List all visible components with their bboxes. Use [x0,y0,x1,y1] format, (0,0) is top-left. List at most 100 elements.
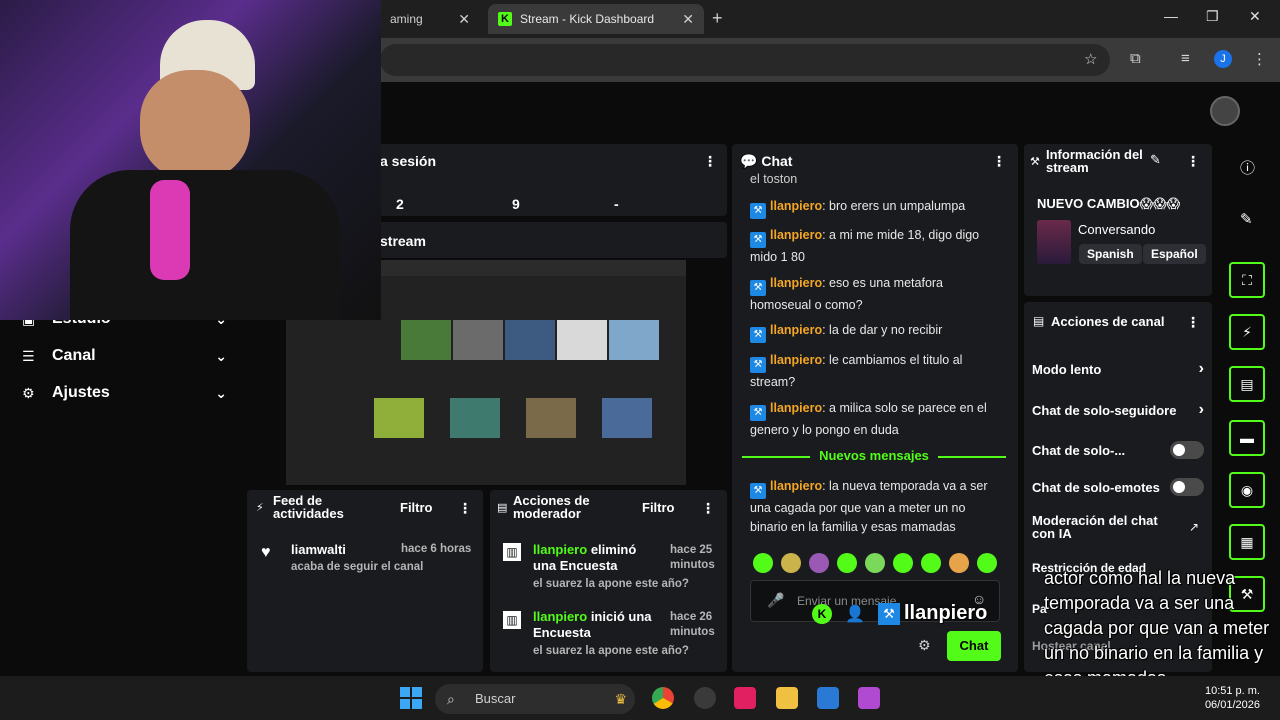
chat-username[interactable]: llanpiero [770,401,822,415]
capture-icon: ⛶ [1242,271,1252,288]
tab-gaming[interactable]: aming ✕ [380,4,480,34]
mod-username[interactable]: llanpiero [533,609,587,624]
chat-settings-gear-icon[interactable]: ⚙ [918,637,931,654]
new-tab-icon[interactable]: + [712,8,723,29]
emote-icon[interactable] [977,553,997,573]
send-chat-button[interactable]: Chat [947,631,1001,661]
emote-icon[interactable] [865,553,885,573]
moderator-badge-icon: ⚒ [878,603,900,625]
app-taskbar-icon[interactable] [694,687,716,709]
emote-icon[interactable] [781,553,801,573]
bookmark-star-icon[interactable]: ☆ [1084,50,1097,68]
emote-icon[interactable] [893,553,913,573]
stream-category[interactable]: Conversando [1078,222,1155,237]
stream-tag[interactable]: Spanish [1079,244,1142,264]
mod-action-time: hace 26 minutos [670,610,715,640]
overlay-subtitle: actor como hal la nueva temporada va a s… [1044,568,1270,688]
more-options-icon[interactable]: ⋮ [458,500,472,517]
notes-button[interactable]: ▤ [1229,366,1265,402]
sidebar-item-canal[interactable]: ☰ Canal ⌄ [22,347,227,365]
chat-username[interactable]: llanpiero [770,276,822,290]
tiktok-taskbar-icon[interactable] [734,687,756,709]
layout-button[interactable]: ▦ [1229,524,1265,560]
browser-menu-icon[interactable]: ⋮ [1252,50,1267,68]
chat-username[interactable]: llanpiero [770,479,822,493]
chrome-taskbar-icon[interactable] [652,687,674,709]
ai-moderation-row[interactable]: Moderación del chat con IA [1032,514,1172,540]
address-bar[interactable] [380,44,1110,76]
subs-only-toggle[interactable] [1170,441,1204,459]
moderator-badge-icon: ⚒ [750,483,766,499]
chevron-right-icon: › [1198,401,1204,418]
more-options-icon[interactable]: ⋮ [701,500,715,517]
emote-icon[interactable] [809,553,829,573]
close-tab-icon[interactable]: ✕ [682,11,694,28]
broadcast-button[interactable]: ◉ [1229,472,1265,508]
emote-icon[interactable] [921,553,941,573]
stream-tag[interactable]: Español [1143,244,1206,264]
mod-actions-icon: ▤ [497,502,508,514]
taskbar-search[interactable]: ⌕ Buscar ♛ [435,684,635,714]
time-line: minutos [670,559,715,571]
windows-start-icon[interactable] [400,687,422,709]
user-avatar[interactable] [1210,96,1240,126]
chat-text: bro erers un umpalumpa [829,199,966,213]
mod-actions-title: Acciones de moderador [513,493,590,521]
activity-feed-title: Feed de actividades [273,493,344,521]
media-control-icon[interactable]: ≡ [1181,50,1190,67]
emote-icon[interactable] [753,553,773,573]
preview-thumbnail [557,320,607,360]
clock-time: 10:51 p. m. [1204,685,1260,697]
emote-icon[interactable] [949,553,969,573]
quick-action-button[interactable]: ⚡ [1229,314,1265,350]
extensions-icon[interactable]: ⧉ [1130,50,1141,67]
mod-username[interactable]: llanpiero [533,542,587,557]
close-tab-icon[interactable]: ✕ [458,11,470,28]
activity-filter-button[interactable]: Filtro [400,500,433,515]
channel-actions-icon: ▤ [1033,314,1045,328]
info-icon[interactable]: ⓘ [1240,157,1255,178]
chat-rail-button[interactable]: ▬ [1229,420,1265,456]
time-line: hace 25 [670,544,713,556]
minimize-icon[interactable]: — [1164,8,1178,24]
file-explorer-taskbar-icon[interactable] [776,687,798,709]
lightning-icon: ⚡ [256,502,264,514]
mod-filter-button[interactable]: Filtro [642,500,675,515]
maximize-icon[interactable]: ❐ [1206,8,1219,25]
chat-message: ⚒ llanpiero: le cambiamos el titulo al st… [750,353,963,389]
slow-mode-row[interactable]: Modo lento › [1032,360,1204,377]
chat-username[interactable]: llanpiero [770,323,822,337]
profile-avatar[interactable]: J [1214,50,1232,68]
more-options-icon[interactable]: ⋮ [1186,314,1200,331]
more-options-icon[interactable]: ⋮ [1186,153,1200,170]
more-options-icon[interactable]: ⋮ [992,153,1006,170]
chat-username[interactable]: llanpiero [770,228,822,242]
edit-pencil-icon[interactable]: ✎ [1240,210,1253,228]
sidebar-item-ajustes[interactable]: ⚙ Ajustes ⌄ [22,384,227,402]
wrench-icon: ⚒ [1030,156,1040,168]
taskbar-clock[interactable]: 10:51 p. m. 06/01/2026 [1196,684,1260,712]
new-messages-divider[interactable]: Nuevos mensajes [742,448,1006,466]
overlay-username: llanpiero [904,602,988,624]
more-options-icon[interactable]: ⋮ [703,153,717,170]
emotes-only-toggle[interactable] [1170,478,1204,496]
microphone-icon[interactable]: 🎤 [767,592,784,609]
chat-username[interactable]: llanpiero [770,353,822,367]
close-window-icon[interactable]: ✕ [1249,8,1261,25]
chat-text: la de dar y no recibir [829,323,943,337]
activity-username[interactable]: liamwalti [291,542,346,557]
screenshot-button[interactable]: ⛶ [1229,262,1265,298]
app-taskbar-icon[interactable] [858,687,880,709]
action-label: Chat de solo-seguidore [1032,403,1177,418]
tab-kick-dashboard[interactable]: K Stream - Kick Dashboard ✕ [488,4,704,34]
edit-pencil-icon[interactable]: ✎ [1150,152,1161,168]
mod-action-text: llanpiero eliminó una Encuesta [533,542,661,574]
chat-username[interactable]: llanpiero [770,199,822,213]
external-link-icon[interactable]: ↗ [1189,520,1199,534]
store-taskbar-icon[interactable] [817,687,839,709]
session-stat: - [614,196,619,212]
followers-only-row[interactable]: Chat de solo-seguidore › [1032,401,1204,418]
emote-icon[interactable] [837,553,857,573]
action-label: Modo lento [1032,362,1102,377]
mod-action-detail: el suarez la apone este año? [533,645,689,657]
